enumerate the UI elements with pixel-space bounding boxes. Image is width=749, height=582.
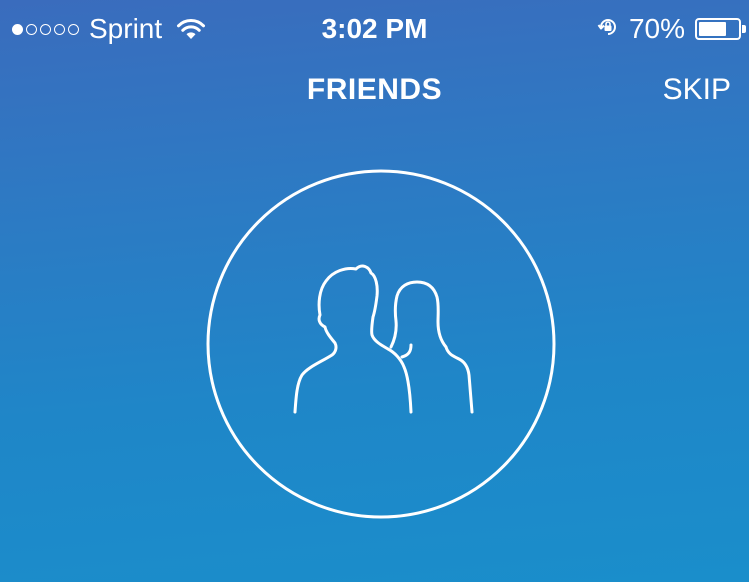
battery-percent: 70%	[628, 13, 685, 44]
page-title: FRIENDS	[306, 73, 443, 106]
battery-nub	[742, 25, 746, 33]
status-bar: Sprint 3:02 PM 70%	[0, 0, 749, 56]
friends-icon	[206, 169, 556, 519]
skip-button[interactable]: SKIP	[663, 70, 731, 110]
battery-icon	[695, 18, 746, 40]
onboarding-screen: Sprint 3:02 PM 70% FRIENDS SKIP	[0, 0, 749, 582]
status-right: 70%	[597, 13, 746, 45]
rotation-lock-icon	[597, 13, 619, 45]
battery-fill	[699, 22, 726, 36]
